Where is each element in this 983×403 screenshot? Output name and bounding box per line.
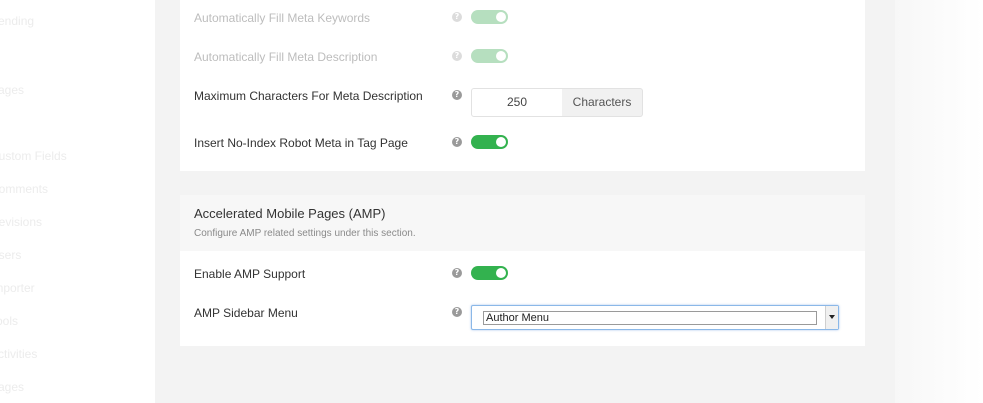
- sidebar-item[interactable]: Tools: [0, 314, 18, 328]
- settings-main: Automatically Fill Meta Keywords ? Autom…: [155, 0, 895, 403]
- sidebar-item[interactable]: Activities: [0, 347, 37, 361]
- sidebar-item[interactable]: Pages: [0, 380, 24, 394]
- fill-keywords-label: Automatically Fill Meta Keywords: [194, 11, 371, 25]
- sidebar-item[interactable]: Custom Fields: [0, 149, 67, 163]
- select-value: Author Menu: [483, 311, 817, 325]
- amp-sidebar-menu-select[interactable]: Author Menu: [471, 305, 839, 330]
- question-circle-icon[interactable]: ?: [452, 12, 462, 22]
- toggle-knob: [496, 137, 506, 147]
- enable-amp-toggle[interactable]: [471, 266, 508, 280]
- fill-description-label: Automatically Fill Meta Description: [194, 50, 378, 64]
- caret-down-icon[interactable]: [825, 306, 838, 329]
- enable-amp-label: Enable AMP Support: [194, 267, 306, 281]
- page-shade: [895, 0, 983, 403]
- question-circle-icon[interactable]: ?: [452, 307, 462, 317]
- admin-sidebar: Pending Pages Custom Fields Comments Rev…: [0, 0, 155, 403]
- sidebar-item[interactable]: Pending: [0, 14, 34, 28]
- fill-keywords-toggle[interactable]: [471, 10, 508, 24]
- question-circle-icon[interactable]: ?: [452, 51, 462, 61]
- fill-description-toggle[interactable]: [471, 49, 508, 63]
- sidebar-item[interactable]: Importer: [0, 281, 35, 295]
- question-circle-icon[interactable]: ?: [452, 137, 462, 147]
- seo-settings-panel: Automatically Fill Meta Keywords ? Autom…: [180, 0, 865, 171]
- toggle-knob: [496, 12, 506, 22]
- question-circle-icon[interactable]: ?: [452, 268, 462, 278]
- max-chars-label: Maximum Characters For Meta Description: [194, 89, 423, 103]
- sidebar-item[interactable]: Comments: [0, 182, 48, 196]
- sidebar-item[interactable]: Users: [0, 248, 21, 262]
- max-chars-unit: Characters: [562, 88, 643, 117]
- toggle-knob: [496, 268, 506, 278]
- max-chars-input[interactable]: 250: [471, 88, 563, 117]
- noindex-label: Insert No-Index Robot Meta in Tag Page: [194, 136, 408, 150]
- amp-section-header: Accelerated Mobile Pages (AMP) Configure…: [180, 195, 865, 251]
- amp-section-title: Accelerated Mobile Pages (AMP): [194, 206, 386, 221]
- sidebar-item[interactable]: Revisions: [0, 215, 42, 229]
- amp-sidebar-menu-label: AMP Sidebar Menu: [194, 306, 298, 320]
- amp-settings-panel: Accelerated Mobile Pages (AMP) Configure…: [180, 195, 865, 346]
- toggle-knob: [496, 51, 506, 61]
- sidebar-item[interactable]: Pages: [0, 83, 24, 97]
- amp-section-description: Configure AMP related settings under thi…: [194, 228, 416, 239]
- question-circle-icon[interactable]: ?: [452, 90, 462, 100]
- noindex-toggle[interactable]: [471, 135, 508, 149]
